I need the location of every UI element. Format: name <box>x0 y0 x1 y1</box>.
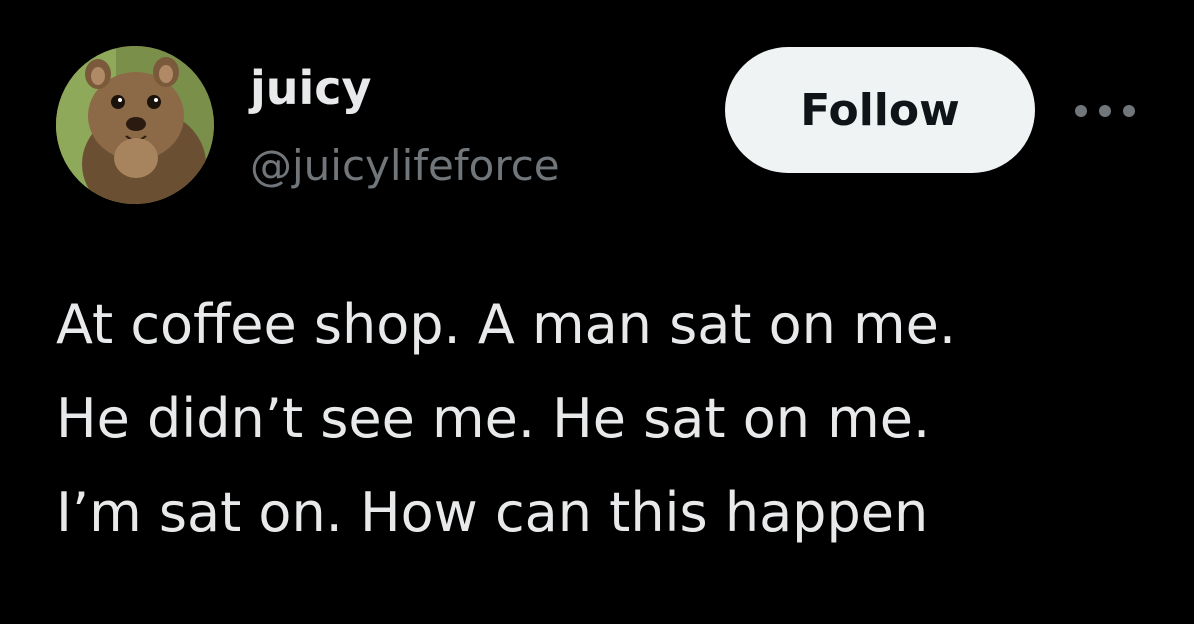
more-options-button[interactable] <box>1070 88 1140 134</box>
tweet-text-line: I’m sat on. How can this happen <box>56 481 929 544</box>
author-handle[interactable]: @juicylifeforce <box>250 138 560 194</box>
quokka-avatar-icon <box>56 46 214 204</box>
follow-button[interactable]: Follow <box>725 47 1035 173</box>
tweet-text-line: He didn’t see me. He sat on me. <box>56 387 931 450</box>
tweet-text: At coffee shop. A man sat on me. He didn… <box>56 278 1156 560</box>
author-display-name[interactable]: juicy <box>250 58 372 118</box>
ellipsis-icon <box>1075 105 1135 117</box>
tweet-text-line: At coffee shop. A man sat on me. <box>56 293 957 356</box>
tweet-card: juicy @juicylifeforce Follow At coffee s… <box>0 0 1194 624</box>
author-avatar[interactable] <box>56 46 214 204</box>
